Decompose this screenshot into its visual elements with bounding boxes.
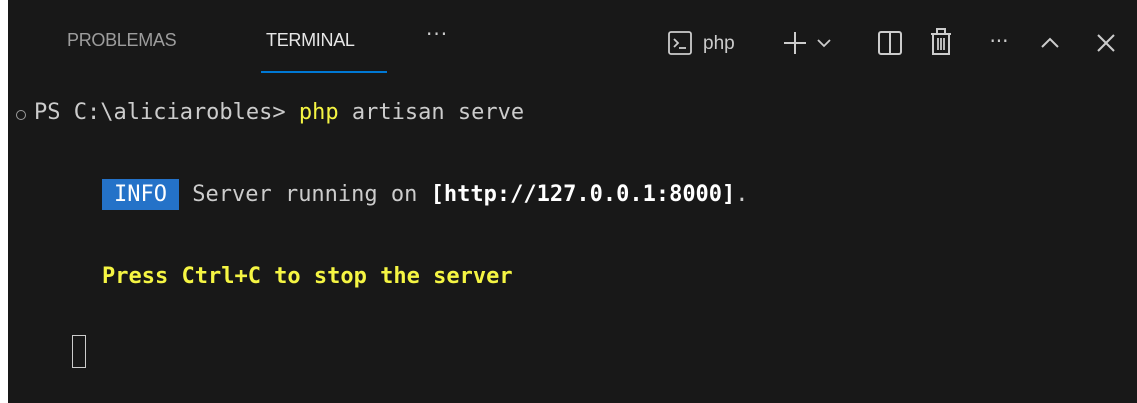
- info-badge: INFO: [102, 179, 179, 210]
- stop-server-hint: Press Ctrl+C to stop the server: [102, 264, 513, 289]
- plus-icon[interactable]: [780, 28, 810, 58]
- server-url[interactable]: [http://127.0.0.1:8000]: [431, 182, 736, 207]
- command-keyword: php: [298, 100, 339, 125]
- shell-prompt: PS C:\aliciarobles>: [34, 100, 299, 125]
- terminal-cursor: [72, 335, 86, 368]
- close-icon[interactable]: [1093, 30, 1119, 56]
- info-line: INFO Server running on [http://127.0.0.1…: [102, 179, 749, 210]
- info-period: .: [735, 182, 749, 207]
- command-status-icon[interactable]: [16, 110, 26, 120]
- tab-terminal[interactable]: TERMINAL: [266, 30, 355, 56]
- terminal-shell-icon[interactable]: [665, 28, 695, 58]
- split-terminal-icon[interactable]: [875, 29, 905, 57]
- chevron-up-icon[interactable]: [1037, 30, 1063, 56]
- command-args: artisan serve: [338, 100, 525, 125]
- active-tab-indicator: [261, 71, 387, 73]
- shell-name-label[interactable]: php: [703, 32, 735, 56]
- ellipsis-icon[interactable]: ···: [984, 26, 1014, 56]
- panel-tab-bar: PROBLEMAS TERMINAL ··· php ···: [8, 0, 1137, 80]
- trash-icon[interactable]: [927, 27, 955, 57]
- terminal-output[interactable]: PS C:\aliciarobles> php artisan serve IN…: [8, 80, 1137, 403]
- tab-problems[interactable]: PROBLEMAS: [67, 30, 177, 56]
- info-text: Server running on: [178, 182, 431, 207]
- command-line: PS C:\aliciarobles> php artisan serve: [34, 100, 524, 125]
- tab-overflow-button[interactable]: ···: [426, 22, 448, 46]
- chevron-down-icon[interactable]: [814, 32, 834, 54]
- terminal-panel: PROBLEMAS TERMINAL ··· php ··· PS C:\ali…: [8, 0, 1137, 403]
